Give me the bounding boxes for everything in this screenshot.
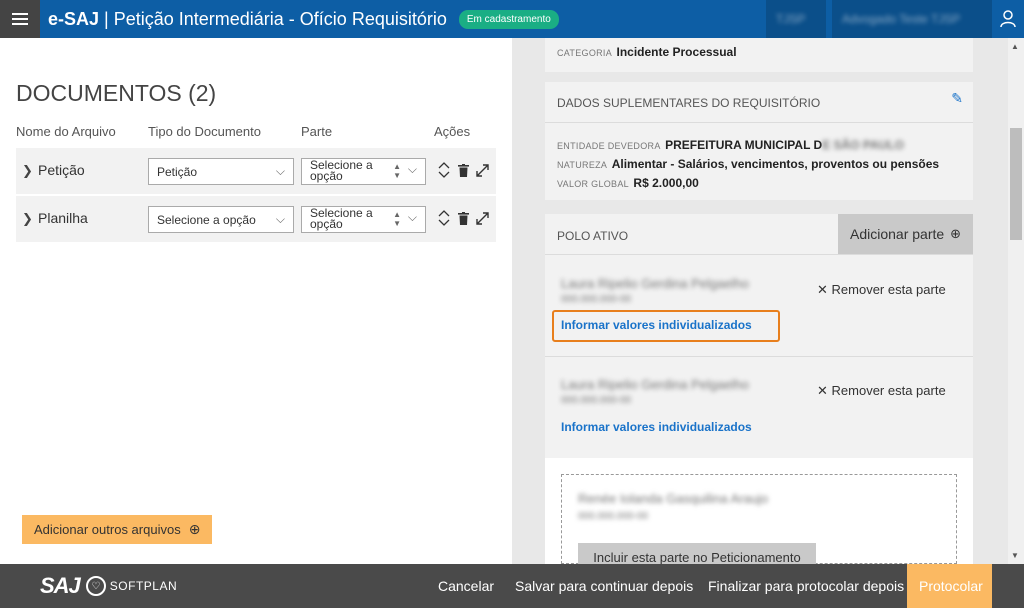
spinner-icon: ▲ ▼ bbox=[393, 162, 401, 180]
cancel-button[interactable]: Cancelar bbox=[438, 564, 494, 608]
party-document: 000.000.000-00 bbox=[561, 294, 632, 305]
logo-mark-icon: ♡ bbox=[85, 576, 106, 596]
chevron-down-icon: ⌵ bbox=[407, 162, 417, 176]
col-file-name: Nome do Arquivo bbox=[16, 124, 116, 139]
col-party: Parte bbox=[301, 124, 333, 139]
party-item: Laura Ripelio Gerdina Pelgaelho 000.000.… bbox=[545, 356, 973, 456]
file-name: Petição bbox=[38, 162, 85, 178]
col-doc-type: Tipo do Documento bbox=[148, 124, 261, 139]
party-item: Laura Ripelio Gerdina Pelgaelho 000.000.… bbox=[545, 256, 973, 356]
individual-values-link[interactable]: Informar valores individualizados bbox=[561, 318, 752, 332]
supplementary-card: DADOS SUPLEMENTARES DO REQUISITÓRIO ✎ EN… bbox=[545, 82, 973, 200]
file-name: Planilha bbox=[38, 210, 88, 226]
chevron-down-icon: ⌵ bbox=[407, 210, 417, 224]
user-icon[interactable] bbox=[992, 0, 1024, 38]
finalize-later-button[interactable]: Finalizar para protocolar depois bbox=[708, 564, 904, 608]
category-label: CATEGORIA bbox=[557, 48, 613, 58]
plus-circle-icon: ⊕ bbox=[188, 521, 201, 537]
reorder-icon[interactable] bbox=[437, 162, 451, 181]
pending-party-name: Renée Iolanda Gasquilina Araujo bbox=[578, 491, 769, 506]
details-panel: CATEGORIA Incidente Processual DADOS SUP… bbox=[512, 38, 1008, 564]
court-selector[interactable]: TJSP bbox=[766, 0, 826, 38]
expand-arrows-icon[interactable] bbox=[476, 211, 489, 228]
debtor-label: ENTIDADE DEVEDORA bbox=[557, 141, 661, 151]
top-bar: e-SAJ | Petição Intermediária - Ofício R… bbox=[0, 0, 1024, 38]
polo-ativo-card: POLO ATIVO Adicionar parte ⊕ Laura Ripel… bbox=[545, 214, 973, 458]
row-actions bbox=[437, 210, 489, 229]
col-actions: Ações bbox=[434, 124, 471, 139]
expand-icon[interactable]: ❯ bbox=[22, 163, 33, 179]
party-select[interactable]: Selecione a opção ▲ ▼ ⌵ bbox=[301, 158, 426, 185]
logo-saj: SAJ bbox=[40, 573, 81, 598]
party-select[interactable]: Selecione a opção ▲ ▼ ⌵ bbox=[301, 206, 426, 233]
scroll-thumb[interactable] bbox=[1010, 128, 1022, 240]
global-value: R$ 2.000,00 bbox=[633, 176, 699, 190]
expand-arrows-icon[interactable] bbox=[476, 163, 489, 180]
nature-value: Alimentar - Salários, vencimentos, prove… bbox=[611, 157, 940, 171]
user-name[interactable]: Advogado Teste TJSP bbox=[832, 0, 992, 38]
individual-values-link[interactable]: Informar valores individualizados bbox=[561, 420, 752, 434]
trash-icon[interactable] bbox=[458, 211, 469, 228]
row-actions bbox=[437, 162, 489, 181]
reorder-icon[interactable] bbox=[437, 210, 451, 229]
documents-title: DOCUMENTOS (2) bbox=[16, 80, 217, 106]
supplementary-title: DADOS SUPLEMENTARES DO REQUISITÓRIO bbox=[557, 96, 821, 110]
expand-icon[interactable]: ❯ bbox=[22, 211, 33, 227]
add-party-label: Adicionar parte bbox=[850, 226, 945, 242]
save-later-button[interactable]: Salvar para continuar depois bbox=[515, 564, 693, 608]
submit-button[interactable]: Protocolar bbox=[907, 564, 992, 608]
table-row: ❯ Planilha Selecione a opção ⌵ Selecione … bbox=[16, 196, 496, 242]
doc-type-select[interactable]: Selecione a opção ⌵ bbox=[148, 206, 294, 233]
global-value-label: VALOR GLOBAL bbox=[557, 179, 629, 189]
scrollbar[interactable]: ▲ ▼ bbox=[1008, 38, 1024, 564]
pending-party-box: Renée Iolanda Gasquilina Araujo 000.000.… bbox=[561, 474, 957, 564]
spinner-icon: ▲ ▼ bbox=[393, 210, 401, 228]
brand-name: e-SAJ bbox=[48, 8, 100, 29]
nature-label: NATUREZA bbox=[557, 160, 608, 170]
remove-party-button[interactable]: ✕ Remover esta parte bbox=[817, 282, 946, 298]
plus-circle-icon: ⊕ bbox=[950, 226, 962, 241]
pencil-icon[interactable]: ✎ bbox=[951, 90, 963, 107]
party-name: Laura Ripelio Gerdina Pelgaelho bbox=[561, 377, 749, 392]
add-files-button[interactable]: Adicionar outros arquivos ⊕ bbox=[22, 515, 213, 544]
party-name: Laura Ripelio Gerdina Pelgaelho bbox=[561, 276, 749, 291]
party-document: 000.000.000-00 bbox=[561, 395, 632, 406]
add-party-button[interactable]: Adicionar parte ⊕ bbox=[838, 214, 973, 254]
logo-brand: SOFTPLAN bbox=[109, 579, 178, 593]
doc-type-select[interactable]: Petição ⌵ bbox=[148, 158, 294, 185]
chevron-down-icon: ⌵ bbox=[275, 212, 285, 226]
pending-party-document: 000.000.000-00 bbox=[578, 511, 649, 522]
menu-icon[interactable] bbox=[0, 0, 40, 38]
pending-party-card: Renée Iolanda Gasquilina Araujo 000.000.… bbox=[545, 458, 973, 564]
page-title: Petição Intermediária - Ofício Requisitó… bbox=[113, 8, 447, 29]
softplan-logo: SAJ ♡ SOFTPLAN bbox=[40, 573, 177, 599]
table-row: ❯ Petição Petição ⌵ Selecione a opção ▲ ▼ ⌵ bbox=[16, 148, 496, 194]
remove-party-button[interactable]: ✕ Remover esta parte bbox=[817, 383, 946, 399]
add-files-label: Adicionar outros arquivos bbox=[34, 522, 181, 537]
polo-ativo-title: POLO ATIVO bbox=[557, 229, 629, 243]
app-title: e-SAJ | Petição Intermediária - Ofício R… bbox=[48, 8, 447, 29]
chevron-down-icon: ⌵ bbox=[275, 164, 285, 178]
user-area: TJSP Advogado Teste TJSP bbox=[760, 0, 1024, 38]
scroll-up-icon[interactable]: ▲ bbox=[1011, 42, 1019, 51]
debtor-value-blurred: E SÃO PAULO bbox=[822, 138, 904, 152]
documents-panel: DOCUMENTOS (2) Nome do Arquivo Tipo do D… bbox=[0, 38, 512, 564]
trash-icon[interactable] bbox=[458, 163, 469, 180]
include-party-button[interactable]: Incluir esta parte no Peticionamento bbox=[578, 543, 816, 564]
category-card: CATEGORIA Incidente Processual bbox=[545, 38, 973, 72]
category-value: Incidente Processual bbox=[616, 45, 737, 59]
footer-bar: SAJ ♡ SOFTPLAN Cancelar Salvar para cont… bbox=[0, 564, 1024, 608]
scroll-down-icon[interactable]: ▼ bbox=[1011, 551, 1019, 560]
debtor-value: PREFEITURA MUNICIPAL D bbox=[665, 138, 823, 152]
status-badge: Em cadastramento bbox=[458, 9, 559, 29]
